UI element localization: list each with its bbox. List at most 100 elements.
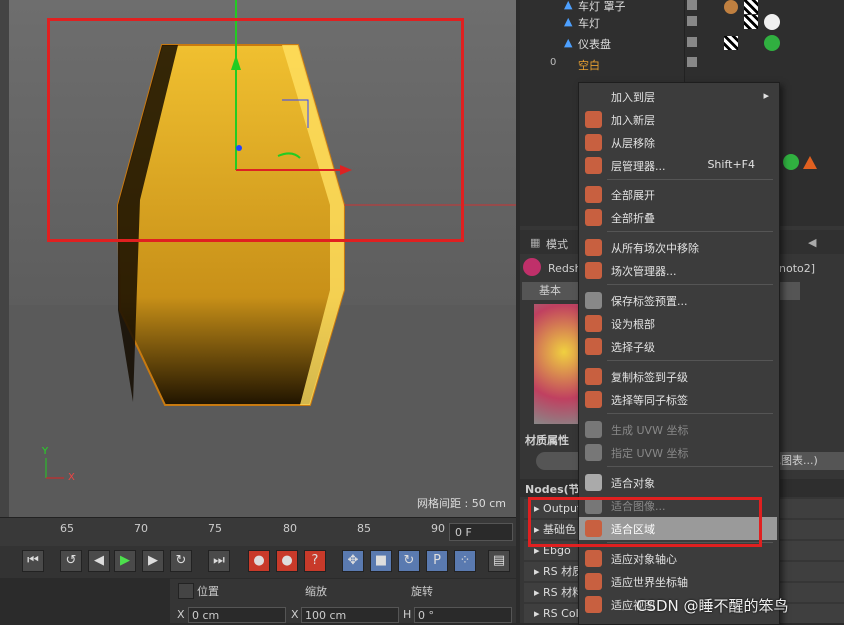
- menu-item-select-children[interactable]: 选择子级: [579, 335, 777, 358]
- next-frame-button[interactable]: ▶: [142, 550, 164, 572]
- edit-icon[interactable]: [687, 57, 697, 67]
- menu-item-fit-to-world-axis[interactable]: 适应世界坐标轴: [579, 570, 777, 593]
- arrow-left-icon[interactable]: ◀: [808, 236, 816, 249]
- prev-frame-button[interactable]: ◀: [88, 550, 110, 572]
- rotation-h-field[interactable]: 0 °: [414, 607, 512, 623]
- select-tags-icon: [585, 391, 602, 408]
- rotate-key-icon[interactable]: ↻: [398, 550, 420, 572]
- collapse-icon: [585, 209, 602, 226]
- current-frame-field[interactable]: 0 F: [449, 523, 513, 541]
- move-key-icon[interactable]: ✥: [342, 550, 364, 572]
- select-children-icon: [585, 338, 602, 355]
- scale-axis-label: X: [291, 608, 299, 621]
- root-icon: [585, 315, 602, 332]
- menu-item-fit-to-object-axis[interactable]: 适应对象轴心: [579, 547, 777, 570]
- menu-item-fit-to-object[interactable]: 适合对象: [579, 471, 777, 494]
- basic-tab[interactable]: 基本: [522, 282, 578, 300]
- next-key-button[interactable]: ↻: [170, 550, 192, 572]
- tab-button[interactable]: [778, 282, 800, 300]
- texture-tag-icon[interactable]: [724, 36, 738, 50]
- object-row[interactable]: ▲ 车灯: [520, 13, 844, 34]
- annotation-box-viewport: [47, 18, 464, 242]
- prev-key-button[interactable]: ↺: [60, 550, 82, 572]
- take-manager-icon: [585, 262, 602, 279]
- menu-item-add-to-layer[interactable]: 加入到层 ▸: [579, 85, 777, 108]
- fit-axis-icon: [585, 550, 602, 567]
- material-preview-image: [534, 304, 584, 424]
- light-icon: ▲: [564, 0, 573, 11]
- menu-item-set-as-root[interactable]: 设为根部: [579, 312, 777, 335]
- menu-item-add-new-layer[interactable]: 加入新层: [579, 108, 777, 131]
- material-tag-icon[interactable]: [764, 14, 780, 30]
- scale-key-icon[interactable]: ■: [370, 550, 392, 572]
- record-key-icon[interactable]: ●: [248, 550, 270, 572]
- menu-item-generate-uvw: 生成 UVW 坐标: [579, 418, 777, 441]
- go-to-start-button[interactable]: ⏮: [22, 550, 44, 572]
- scale-x-field[interactable]: 100 cm: [301, 607, 399, 623]
- point-key-icon[interactable]: ⁘: [454, 550, 476, 572]
- menu-item-remove-from-takes[interactable]: 从所有场次中移除: [579, 236, 777, 259]
- phong-tag-icon[interactable]: [724, 0, 738, 14]
- save-preset-icon: [585, 292, 602, 309]
- position-header: 位置: [197, 585, 219, 598]
- menu-item-collapse-all[interactable]: 全部折叠: [579, 206, 777, 229]
- null-badge: 0: [550, 57, 557, 68]
- tag-name-suffix: noto2]: [779, 262, 816, 275]
- position-x-field[interactable]: 0 cm: [188, 607, 286, 623]
- film-icon[interactable]: ▤: [488, 550, 510, 572]
- edit-icon[interactable]: [687, 16, 697, 26]
- edit-icon[interactable]: [687, 37, 697, 47]
- warning-icon: [803, 156, 817, 169]
- go-to-end-button[interactable]: ⏭: [208, 550, 230, 572]
- light-icon: ▲: [564, 15, 573, 28]
- mode-tab[interactable]: 模式: [546, 236, 568, 252]
- scale-header: 缩放: [305, 585, 327, 598]
- param-key-icon[interactable]: P: [426, 550, 448, 572]
- world-axis-icon: [585, 573, 602, 590]
- axis-y-label: Y: [42, 446, 49, 457]
- menu-item-save-tag-preset[interactable]: 保存标签预置...: [579, 289, 777, 312]
- take-remove-icon: [585, 239, 602, 256]
- copy-tag-icon: [585, 368, 602, 385]
- grid-icon: ▦: [530, 236, 541, 249]
- timeline-tick: 75: [208, 522, 222, 535]
- watermark: CSDN @睡不醒的笨鸟: [636, 597, 789, 615]
- 3d-viewport[interactable]: Y X 网格间距 : 50 cm: [0, 0, 516, 517]
- open-graph-button[interactable]: 色图表...): [770, 452, 844, 470]
- play-button[interactable]: ▶: [114, 550, 136, 572]
- menu-item-select-identical-child-tags[interactable]: 选择等同子标签: [579, 388, 777, 411]
- texture-tag-icon[interactable]: [744, 0, 758, 14]
- menu-item-layer-manager[interactable]: 层管理器... Shift+F4: [579, 154, 777, 177]
- expand-icon: [585, 186, 602, 203]
- menu-item-assign-uvw: 指定 UVW 坐标: [579, 441, 777, 464]
- auto-key-icon[interactable]: ●: [276, 550, 298, 572]
- timeline-tick: 90: [431, 522, 445, 535]
- timeline-tick: 80: [283, 522, 297, 535]
- key-help-icon[interactable]: ?: [304, 550, 326, 572]
- axis-x-label: X: [68, 472, 75, 483]
- position-axis-label: X: [177, 608, 185, 621]
- object-row[interactable]: ▲ 仪表盘: [520, 34, 844, 55]
- rotation-header: 旋转: [411, 585, 433, 598]
- fit-view-icon: [585, 596, 602, 613]
- fit-object-icon: [585, 474, 602, 491]
- layer-remove-icon: [585, 134, 602, 151]
- menu-item-expand-all[interactable]: 全部展开: [579, 183, 777, 206]
- material-name-label: Redsh: [548, 262, 582, 275]
- menu-item-remove-from-layer[interactable]: 从层移除: [579, 131, 777, 154]
- material-tag-icon[interactable]: [783, 154, 799, 170]
- material-tag-icon[interactable]: [764, 35, 780, 51]
- grid-icon: [178, 583, 194, 599]
- material-preview-icon: [523, 258, 541, 276]
- edit-icon[interactable]: [687, 0, 697, 10]
- object-row-null[interactable]: 0 空白: [520, 55, 844, 76]
- grid-spacing-label: 网格间距 : 50 cm: [417, 497, 506, 510]
- texture-tag-icon[interactable]: [744, 15, 758, 29]
- menu-item-take-manager[interactable]: 场次管理器...: [579, 259, 777, 282]
- menu-item-copy-tag-to-children[interactable]: 复制标签到子级: [579, 365, 777, 388]
- blank-icon: [585, 88, 602, 105]
- material-attributes-title: 材质属性: [525, 434, 569, 447]
- axis-indicator: [45, 458, 64, 479]
- light-icon: ▲: [564, 36, 573, 49]
- timeline-tick: 85: [357, 522, 371, 535]
